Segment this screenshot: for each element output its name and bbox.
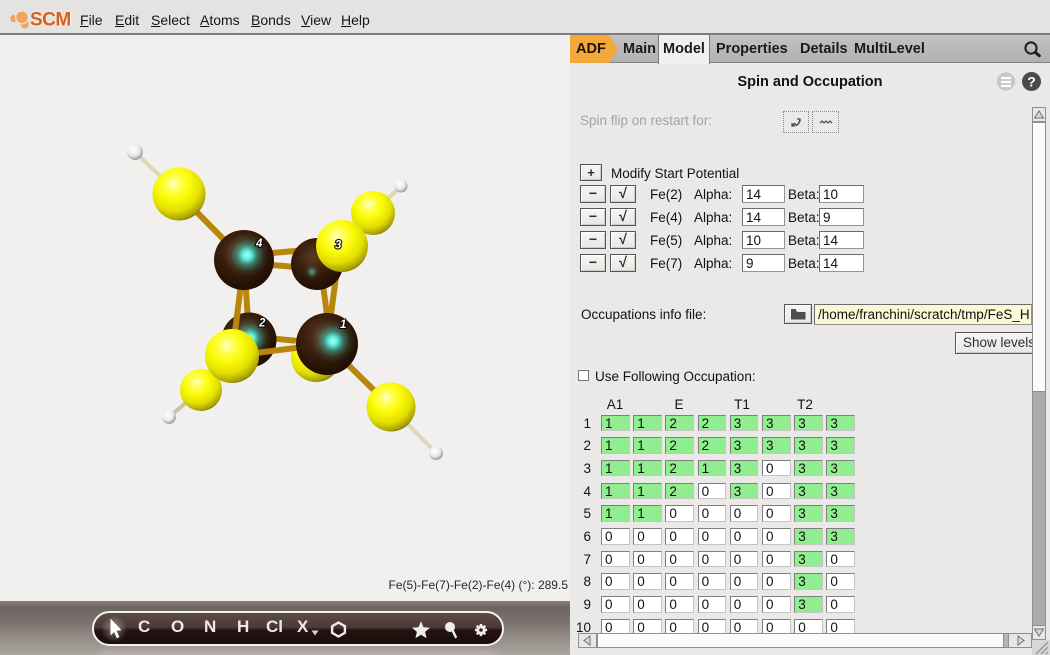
svg-text:2: 2 (258, 318, 266, 330)
svg-text:SCM: SCM (30, 10, 71, 31)
svg-text:1: 1 (340, 319, 346, 331)
svg-text:?: ? (1027, 74, 1036, 90)
svg-text:4: 4 (255, 238, 263, 250)
svg-text:3: 3 (335, 240, 342, 252)
